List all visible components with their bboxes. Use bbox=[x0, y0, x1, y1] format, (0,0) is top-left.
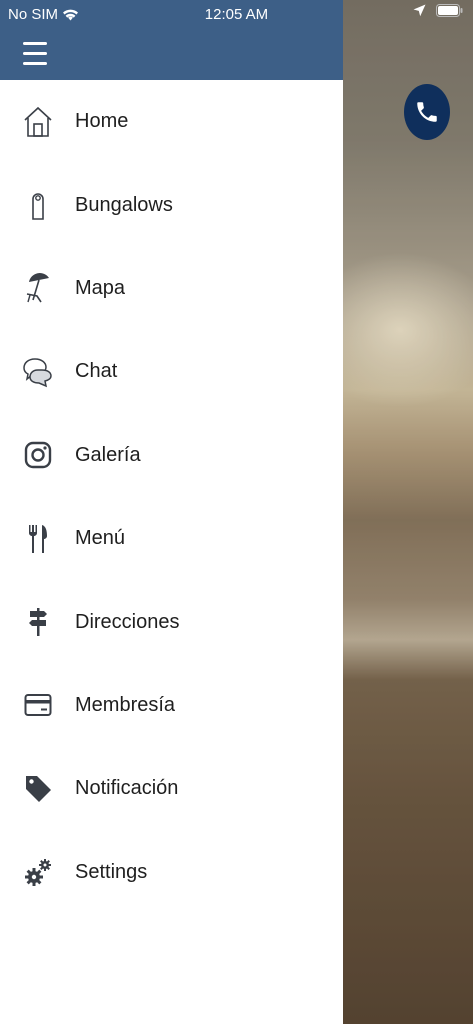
menu-item-label: Chat bbox=[75, 360, 118, 383]
door-hanger-icon bbox=[22, 187, 54, 223]
menu-item-mapa[interactable]: Mapa bbox=[0, 247, 343, 330]
menu-item-label: Menú bbox=[75, 527, 126, 550]
menu-item-galeria[interactable]: Galería bbox=[0, 414, 343, 497]
menu-item-chat[interactable]: Chat bbox=[0, 330, 343, 413]
phone-icon bbox=[417, 102, 437, 122]
menu-item-label: Settings bbox=[75, 860, 148, 883]
fork-knife-icon bbox=[22, 521, 54, 557]
menu-item-menu[interactable]: Menú bbox=[0, 497, 343, 580]
menu-item-label: Bungalows bbox=[75, 193, 173, 216]
status-right bbox=[413, 4, 463, 17]
menu-item-bungalows[interactable]: Bungalows bbox=[0, 163, 343, 246]
menu-item-direcciones[interactable]: Direcciones bbox=[0, 580, 343, 663]
menu-item-label: Membresía bbox=[75, 693, 176, 716]
menu-item-membresia[interactable]: Membresía bbox=[0, 664, 343, 747]
menu-item-label: Home bbox=[75, 110, 129, 133]
status-time: 12:05 AM bbox=[204, 6, 269, 23]
credit-card-icon bbox=[22, 687, 54, 723]
call-button[interactable] bbox=[404, 84, 450, 140]
tag-icon bbox=[22, 771, 54, 807]
gears-icon bbox=[22, 854, 54, 890]
location-arrow-icon bbox=[413, 4, 426, 17]
menu-item-home[interactable]: Home bbox=[0, 80, 343, 163]
battery-icon bbox=[436, 4, 463, 17]
drawer-menu: Home Bungalows Mapa Chat Galería Menú Di… bbox=[0, 80, 343, 914]
beach-umbrella-icon bbox=[22, 270, 54, 306]
hamburger-menu-icon[interactable] bbox=[23, 42, 47, 66]
menu-item-label: Direcciones bbox=[75, 610, 180, 633]
menu-item-label: Galería bbox=[75, 443, 141, 466]
menu-item-notificacion[interactable]: Notificación bbox=[0, 747, 343, 830]
status-bar: No SIM 12:05 AM bbox=[0, 0, 473, 30]
chat-bubbles-icon bbox=[22, 354, 54, 390]
home-icon bbox=[22, 104, 54, 140]
menu-item-settings[interactable]: Settings bbox=[0, 831, 343, 914]
side-drawer: Home Bungalows Mapa Chat Galería Menú Di… bbox=[0, 0, 343, 1024]
signpost-icon bbox=[22, 604, 54, 640]
menu-item-label: Mapa bbox=[75, 276, 126, 299]
menu-item-label: Notificación bbox=[75, 777, 179, 800]
instagram-icon bbox=[22, 437, 54, 473]
